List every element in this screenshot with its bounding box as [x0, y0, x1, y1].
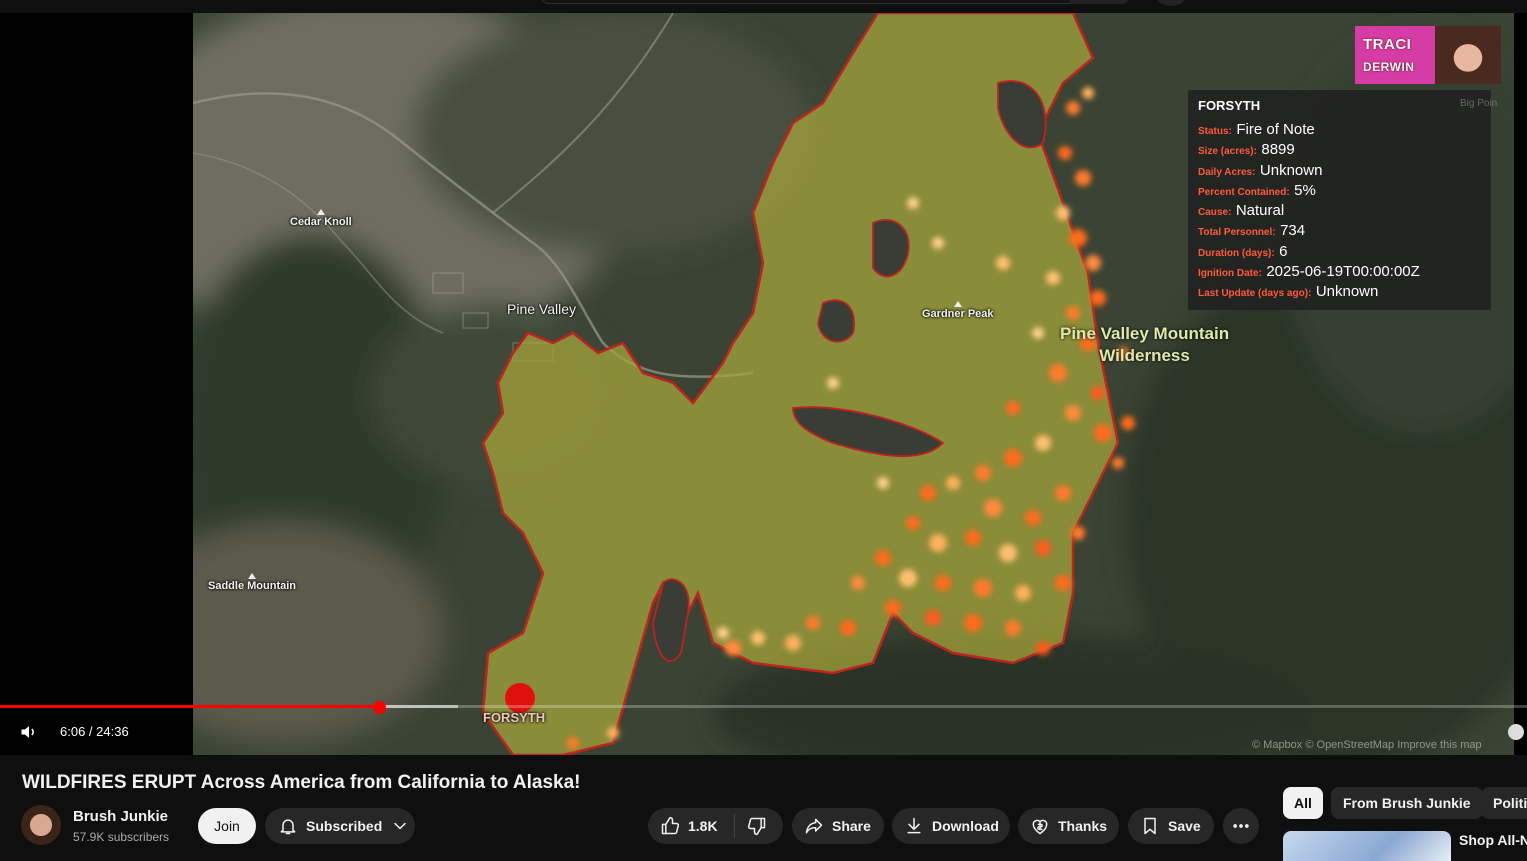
subscribed-button[interactable]: Subscribed [265, 808, 415, 844]
thumbs-up-icon[interactable] [660, 816, 680, 836]
info-row: Total Personnel: 734 [1198, 222, 1306, 240]
chip-politics[interactable]: Politi [1481, 787, 1527, 819]
host-badge: TRACI DERWIN [1355, 26, 1501, 84]
info-row: Last Update (days ago): Unknown [1198, 283, 1379, 301]
pine-valley-label: Pine Valley [507, 301, 577, 317]
fire-info-card: FORSYTH Status: Fire of Note Size (acres… [1188, 90, 1491, 310]
like-count[interactable]: 1.8K [688, 818, 718, 834]
recommendation-thumbnail[interactable] [1283, 831, 1451, 861]
progress-played [0, 705, 379, 708]
like-dislike-group: 1.8K [648, 808, 783, 844]
host-portrait [1435, 26, 1501, 84]
save-button[interactable]: Save [1128, 808, 1214, 844]
bell-icon [280, 819, 296, 835]
channel-name[interactable]: Brush Junkie [73, 808, 168, 825]
peak-icon [316, 209, 325, 215]
video-title: WILDFIRES ERUPT Across America from Cali… [22, 772, 581, 793]
subscriber-count: 57.9K subscribers [73, 830, 170, 844]
heart-dollar-icon [1032, 819, 1048, 835]
chip-all[interactable]: All [1283, 787, 1323, 819]
time-display: 6:06 / 24:36 [60, 724, 129, 739]
join-button[interactable]: Join [198, 808, 256, 844]
search-button[interactable] [1070, 0, 1130, 4]
info-row: Duration (days): 6 [1198, 242, 1288, 260]
pause-icon[interactable] [1508, 724, 1524, 740]
gardner-peak-label: Gardner Peak [922, 301, 994, 320]
bookmark-icon [1144, 817, 1156, 835]
fire-info-title: FORSYTH [1198, 98, 1261, 113]
peak-icon [953, 301, 962, 307]
fire-marker-label: FORSYTH [483, 710, 546, 725]
saddle-mountain-label: Saddle Mountain [208, 573, 296, 592]
video-frame[interactable]: Cedar Knoll Pine Valley Gardner Peak Sad… [193, 13, 1514, 755]
progress-bar[interactable] [0, 705, 1527, 708]
masthead [0, 0, 1527, 13]
cedar-knoll-label: Cedar Knoll [290, 209, 352, 228]
thumbs-down-icon[interactable] [747, 816, 767, 836]
info-row: Size (acres): 8899 [1198, 141, 1295, 159]
download-icon [907, 817, 921, 834]
info-row: Percent Contained: 5% [1198, 181, 1316, 199]
fire-marker-dot[interactable] [505, 683, 535, 713]
info-row: Status: Fire of Note [1198, 121, 1315, 138]
search-input[interactable] [540, 0, 1130, 4]
peak-icon [248, 573, 256, 579]
voice-search-button[interactable] [1156, 0, 1186, 6]
download-button[interactable]: Download [892, 808, 1010, 844]
info-row: Ignition Date: 2025-06-19T00:00:00Z [1198, 263, 1420, 281]
volume-icon[interactable] [18, 722, 40, 742]
recommendation-title[interactable]: Shop All-Ne [1459, 832, 1527, 848]
info-row: Cause: Natural [1198, 202, 1285, 220]
chevron-down-icon [394, 822, 406, 830]
wilderness-label: Pine Valley Mountain Wilderness [1060, 324, 1230, 365]
share-icon [805, 818, 823, 834]
more-horizontal-icon [1233, 824, 1249, 828]
map-label-cutoff: Big Poin [1460, 98, 1498, 109]
channel-avatar[interactable] [21, 805, 61, 845]
thanks-button[interactable]: Thanks [1018, 808, 1119, 844]
map-attribution: © Mapbox © OpenStreetMap Improve this ma… [1252, 739, 1482, 751]
divider [733, 814, 735, 838]
more-actions-button[interactable] [1223, 808, 1259, 844]
info-row: Daily Acres: Unknown [1198, 161, 1323, 179]
share-button[interactable]: Share [792, 808, 884, 844]
video-player[interactable]: Cedar Knoll Pine Valley Gardner Peak Sad… [0, 13, 1527, 755]
chip-from-channel[interactable]: From Brush Junkie [1331, 787, 1483, 819]
scrubber-handle[interactable] [372, 701, 386, 714]
